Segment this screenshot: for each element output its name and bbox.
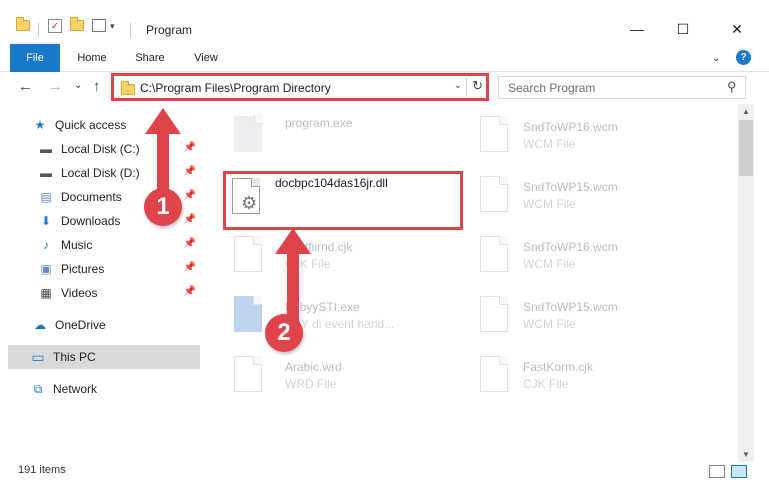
- arrow-2: [275, 228, 311, 322]
- step-1-badge: 1: [144, 188, 182, 226]
- annotation-arrows: [145, 108, 311, 322]
- step-2-badge: 2: [265, 314, 303, 352]
- arrow-1: [145, 108, 181, 195]
